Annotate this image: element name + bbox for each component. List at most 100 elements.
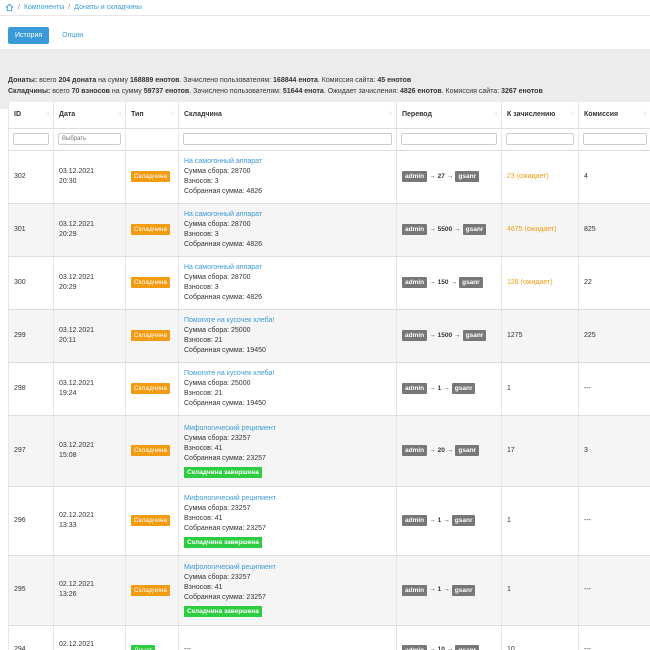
donations-count: 204 доната <box>58 77 97 84</box>
sort-arrows-icon[interactable]: ↑↓ <box>643 111 648 117</box>
sort-arrows-icon[interactable]: ↑↓ <box>45 111 50 117</box>
donations-summary: Донаты: всего 204 доната на сумму 168889… <box>8 75 642 86</box>
receiver-badge[interactable]: gsanr <box>462 224 487 235</box>
receiver-badge[interactable]: gsanr <box>455 171 480 182</box>
tab-history[interactable]: История <box>8 27 50 44</box>
cell-date: 02.12.2021 13:33 <box>53 486 126 556</box>
sort-arrows-icon[interactable]: ↑↓ <box>493 111 498 117</box>
cell-credit: 128 (ожидает) <box>501 256 579 310</box>
cell-type: Донат <box>125 625 179 650</box>
cell-date: 03.12.2021 20:30 <box>53 150 126 204</box>
cell-transfer: admin → 150 → gsanr <box>396 256 502 310</box>
receiver-badge[interactable]: gsanr <box>459 277 483 288</box>
cell-transfer: admin → 1500 → gsanr <box>396 309 502 363</box>
credit-value: 4675 (ожидает) <box>507 225 557 233</box>
sender-badge[interactable]: admin <box>402 277 428 288</box>
completed-badge: Складчина завершена <box>184 606 262 617</box>
skladchina-title-link[interactable]: На самогонный аппарат <box>184 264 262 271</box>
summary-text: на сумму <box>96 77 130 84</box>
filter-fee-input[interactable] <box>583 133 647 145</box>
sender-badge[interactable]: admin <box>402 515 428 526</box>
time-value: 19:24 <box>59 389 77 397</box>
table-row[interactable]: 302 03.12.2021 20:30 Складчина На самогонный… <box>8 150 650 204</box>
table-row[interactable]: 296 02.12.2021 13:33 Складчина Мифологически… <box>8 486 650 556</box>
skladchina-title-link[interactable]: Мифологический реципиент <box>184 425 276 432</box>
sender-badge[interactable]: admin <box>402 224 428 235</box>
column-header-credit[interactable]: К зачислению ↑↓ <box>501 102 579 129</box>
skladchina-goal: Сумма сбора: 23257 <box>184 574 251 581</box>
skladchina-title-link[interactable]: Мифологический реципиент <box>184 495 276 502</box>
filter-skladchina-input[interactable] <box>183 133 392 145</box>
receiver-badge[interactable]: gsanr <box>455 445 480 456</box>
credit-value: 1275 <box>507 331 523 339</box>
breadcrumb-item-donations[interactable]: Донаты и складчины <box>74 4 142 11</box>
home-icon[interactable] <box>5 3 14 12</box>
sort-arrows-icon[interactable]: ↑↓ <box>117 111 122 117</box>
cell-date: 03.12.2021 20:29 <box>53 203 126 257</box>
sender-badge[interactable]: admin <box>402 171 428 182</box>
receiver-badge[interactable]: gsanr <box>451 584 476 596</box>
cell-transfer: admin → 5500 → gsanr <box>396 203 502 257</box>
filter-credit-input[interactable] <box>506 133 574 145</box>
cell-transfer: admin → 1 → gsanr <box>396 362 502 416</box>
cell-type: Складчина <box>125 362 179 416</box>
column-header-type[interactable]: Тип ↑↓ <box>125 102 179 129</box>
skladchina-title-link[interactable]: На самогонный аппарат <box>184 158 262 165</box>
table-row[interactable]: 298 03.12.2021 19:24 Складчина Помогите на к… <box>8 362 650 416</box>
column-header-skladchina[interactable]: Складчина ↑↓ <box>178 102 397 129</box>
column-header-fee[interactable]: Комиссия ↑↓ <box>578 102 650 129</box>
cell-fee: --- <box>578 625 650 650</box>
cell-fee: 825 <box>578 203 650 257</box>
sender-badge[interactable]: admin <box>402 584 428 596</box>
tab-options[interactable]: Опции <box>55 27 90 44</box>
cell-skladchina: Помогите на кусочек хлеба! Сумма сбора: 2… <box>178 362 397 416</box>
skladchina-credited: 51644 енота <box>282 88 324 95</box>
skladchina-goal: Сумма сбора: 23257 <box>184 434 251 442</box>
filter-date-input[interactable]: Выбрать <box>58 133 121 145</box>
transfer-chain: admin → 150 → gsanr <box>402 277 483 288</box>
cell-type: Складчина <box>125 256 179 310</box>
filter-transfer-input[interactable] <box>401 133 497 145</box>
sort-arrows-icon[interactable]: ↑↓ <box>170 111 175 117</box>
receiver-badge[interactable]: gsanr <box>451 383 476 394</box>
date-value: 03.12.2021 <box>59 273 95 281</box>
table-row[interactable]: 300 03.12.2021 20:29 Складчина На самогонный… <box>8 256 650 310</box>
receiver-badge[interactable]: gsanr <box>462 330 487 341</box>
skladchina-count: Взносов: 21 <box>184 389 223 397</box>
sender-badge[interactable]: admin <box>402 383 428 394</box>
column-header-date[interactable]: Дата ↑↓ <box>53 102 126 129</box>
breadcrumb-item-components[interactable]: Компоненты <box>24 4 64 11</box>
sender-badge[interactable]: admin <box>402 330 428 341</box>
filter-id-input[interactable] <box>13 133 49 145</box>
table-row[interactable]: 295 02.12.2021 13:26 Складчина Мифологически… <box>8 555 650 626</box>
sort-arrows-icon[interactable]: ↑↓ <box>570 111 575 117</box>
type-badge: Складчина <box>131 224 171 235</box>
table-row[interactable]: 301 03.12.2021 20:29 Складчина На самогонный… <box>8 203 650 257</box>
column-header-id[interactable]: ID ↑↓ <box>8 102 54 129</box>
date-value: 02.12.2021 <box>59 511 95 519</box>
table-row[interactable]: 29402.12.202112:35Донат---admin→10→gsanr… <box>8 625 650 650</box>
skladchina-title-link[interactable]: Мифологический реципиент <box>184 564 276 571</box>
table-row[interactable]: 297 03.12.2021 15:08 Складчина Мифологически… <box>8 415 650 487</box>
table-row[interactable]: 299 03.12.2021 20:11 Складчина Помогите на к… <box>8 309 650 363</box>
arrow-icon: → <box>429 586 436 593</box>
cell-type: Складчина <box>125 415 179 487</box>
skladchina-title-link[interactable]: Помогите на кусочек хлеба! <box>184 317 274 324</box>
receiver-badge[interactable]: gsanr <box>455 644 480 650</box>
skladchina-collected: Собранная сумма: 23257 <box>184 594 266 601</box>
tab-bar: История Опции <box>0 22 650 49</box>
sender-badge[interactable]: admin <box>402 445 428 456</box>
arrow-icon: → <box>429 516 436 524</box>
credit-value: 1 <box>507 384 511 392</box>
column-header-transfer[interactable]: Перевод ↑↓ <box>396 102 502 129</box>
cell-skladchina: На самогонный аппарат Сумма сбора: 28700 В… <box>178 256 397 310</box>
skladchina-goal: Сумма сбора: 25000 <box>184 379 251 387</box>
donations-label: Донаты: <box>8 77 38 84</box>
sender-badge[interactable]: admin <box>402 644 428 650</box>
sort-arrows-icon[interactable]: ↑↓ <box>388 111 393 117</box>
receiver-badge[interactable]: gsanr <box>451 515 476 526</box>
skladchina-title-link[interactable]: На самогонный аппарат <box>184 211 262 218</box>
cell-credit: 23 (ожидает) <box>501 150 579 204</box>
skladchina-title-link[interactable]: Помогите на кусочек хлеба! <box>184 370 274 377</box>
cell-date: 02.12.2021 13:26 <box>53 555 126 626</box>
